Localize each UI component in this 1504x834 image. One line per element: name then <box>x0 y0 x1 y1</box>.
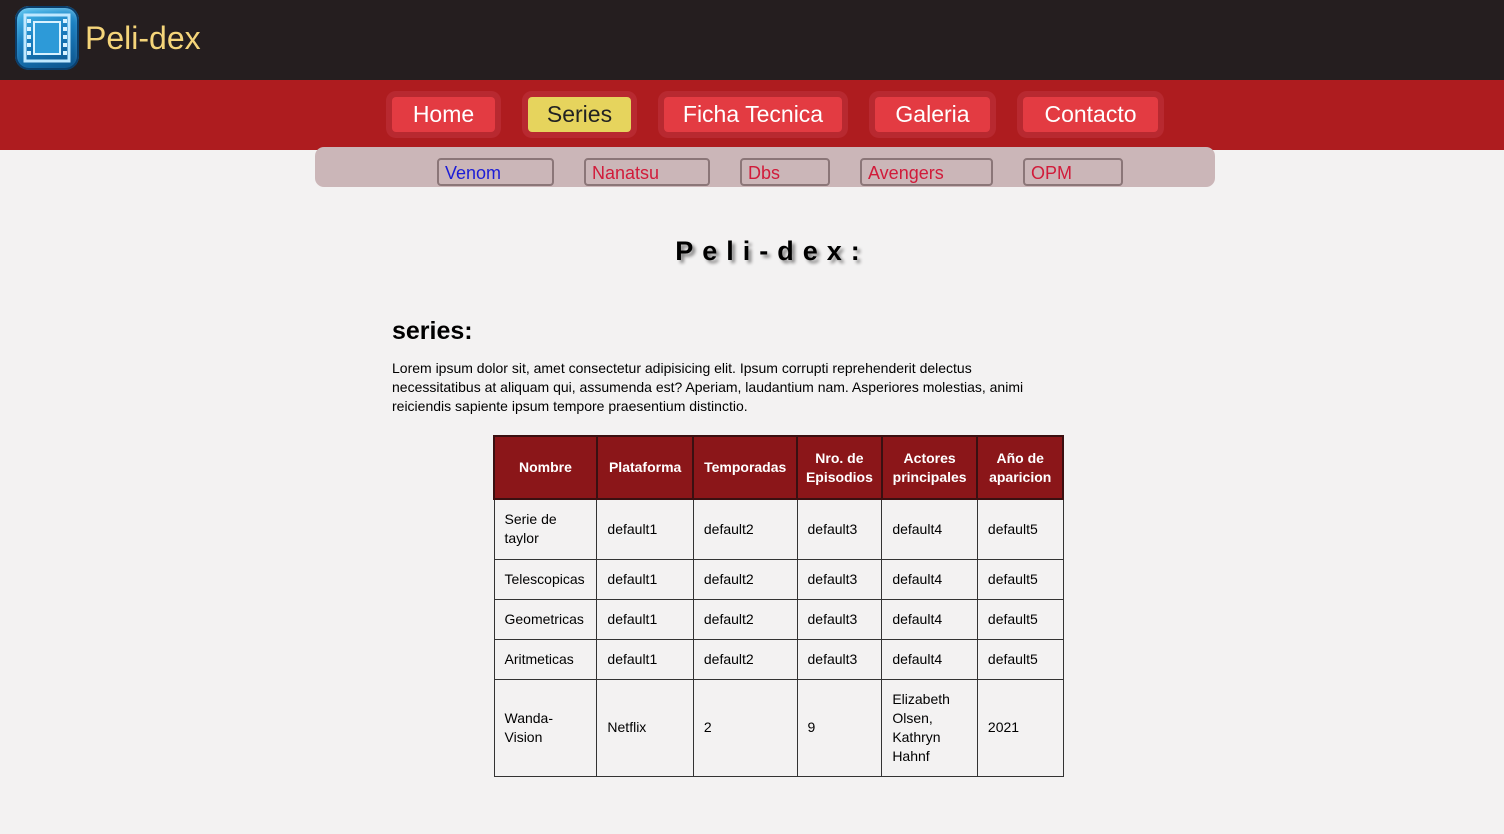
table-cell: default3 <box>796 598 883 640</box>
table-row: Geometricas default1 default2 default3 d… <box>493 598 1064 640</box>
brand-name[interactable]: Peli-dex <box>85 18 201 58</box>
table-row: Wanda-Vision Netflix 2 9 Elizabeth Olsen… <box>493 678 1064 777</box>
table-cell: Elizabeth Olsen, Kathryn Hahnf <box>881 678 978 777</box>
nav-ficha-tecnica[interactable]: Ficha Tecnica <box>664 97 842 132</box>
table-cell: 2 <box>692 678 798 777</box>
table-row: Serie de taylor default1 default2 defaul… <box>493 498 1064 560</box>
table-cell: default3 <box>796 638 883 680</box>
subnav-nanatsu[interactable]: Nanatsu <box>584 158 710 186</box>
table-cell: default1 <box>596 498 694 560</box>
film-icon[interactable] <box>15 6 79 70</box>
table-cell: default5 <box>976 598 1064 640</box>
header-actores: Actores principales <box>880 435 979 500</box>
table-header-row: Nombre Plataforma Temporadas Nro. de Epi… <box>493 435 1064 500</box>
table-row: Aritmeticas default1 default2 default3 d… <box>493 638 1064 680</box>
page-title: Peli-dex: <box>675 236 869 266</box>
nav-home[interactable]: Home <box>392 97 495 132</box>
header-plataforma: Plataforma <box>595 435 695 500</box>
table-cell: default4 <box>881 638 978 680</box>
subnav-avengers[interactable]: Avengers <box>860 158 993 186</box>
table-cell: default1 <box>596 638 694 680</box>
table-cell: 9 <box>796 678 883 777</box>
section-title: series: <box>392 317 473 345</box>
nav-series[interactable]: Series <box>528 97 631 132</box>
table-cell: default5 <box>976 558 1064 600</box>
table-cell: default4 <box>881 598 978 640</box>
table-cell: default2 <box>692 638 798 680</box>
table-cell: Wanda-Vision <box>493 678 598 777</box>
table-cell: default2 <box>692 498 798 560</box>
section-description: Lorem ipsum dolor sit, amet consectetur … <box>392 360 1024 414</box>
subnav-dbs[interactable]: Dbs <box>740 158 830 186</box>
table-cell: Aritmeticas <box>493 638 598 680</box>
table-cell: default3 <box>796 498 883 560</box>
table-cell: Netflix <box>596 678 694 777</box>
subnav-opm[interactable]: OPM <box>1023 158 1123 186</box>
table-cell: default2 <box>692 558 798 600</box>
header-temporadas: Temporadas <box>692 435 799 500</box>
table-cell: default2 <box>692 598 798 640</box>
header-nombre: Nombre <box>493 435 598 500</box>
series-table: Nombre Plataforma Temporadas Nro. de Epi… <box>493 435 1064 777</box>
table-cell: default5 <box>976 638 1064 680</box>
table-cell: 2021 <box>976 678 1064 777</box>
table-cell: default1 <box>596 558 694 600</box>
subnav-venom[interactable]: Venom <box>437 158 554 186</box>
top-header: Peli-dex <box>0 0 1504 80</box>
nav-contacto[interactable]: Contacto <box>1023 97 1158 132</box>
table-cell: default3 <box>796 558 883 600</box>
table-cell: default4 <box>881 498 978 560</box>
table-cell: default1 <box>596 598 694 640</box>
table-cell: default4 <box>881 558 978 600</box>
table-cell: default5 <box>976 498 1064 560</box>
table-cell: Geometricas <box>493 598 598 640</box>
header-episodios: Nro. de Episodios <box>796 435 883 500</box>
nav-galeria[interactable]: Galeria <box>875 97 990 132</box>
table-cell: Serie de taylor <box>493 498 598 560</box>
table-row: Telescopicas default1 default2 default3 … <box>493 558 1064 600</box>
table-cell: Telescopicas <box>493 558 598 600</box>
header-anio: Año de aparicion <box>976 435 1064 500</box>
